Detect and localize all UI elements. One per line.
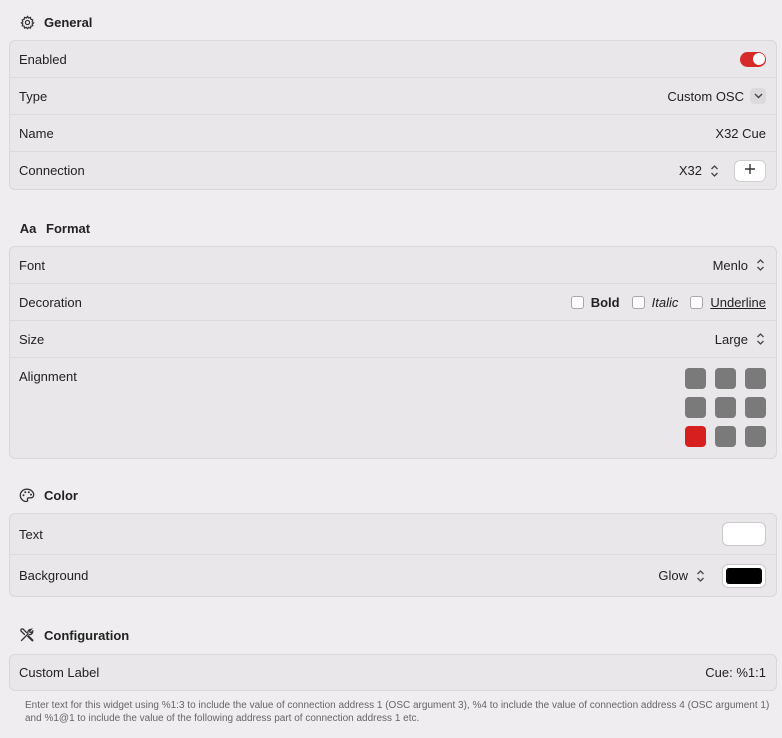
custom-label-label: Custom Label [19, 665, 100, 680]
background-color-swatch[interactable] [722, 563, 766, 588]
section-title: Color [44, 487, 78, 503]
section-header-configuration: Configuration [19, 627, 129, 643]
type-value: Custom OSC [667, 88, 744, 104]
updown-chevron-icon [694, 568, 706, 584]
italic-checkbox[interactable]: Italic [631, 294, 679, 310]
color-group: Text Background Glow [9, 513, 777, 597]
name-label: Name [19, 125, 54, 141]
alignment-label: Alignment [19, 369, 77, 384]
format-group: Font Menlo Decoration Bold Italic Underl… [9, 246, 777, 459]
custom-label-help-text: Enter text for this widget using %1:3 to… [25, 700, 770, 724]
enabled-row: Enabled [10, 41, 776, 78]
checkbox-box [690, 295, 704, 309]
align-bottom-center[interactable] [715, 426, 736, 447]
font-row: Font Menlo [10, 247, 776, 284]
gear-icon [19, 14, 35, 30]
size-value: Large [714, 331, 748, 347]
enabled-toggle[interactable] [740, 51, 766, 67]
align-bottom-left[interactable] [685, 426, 706, 447]
type-row: Type Custom OSC [10, 78, 776, 115]
name-row: Name X32 Cue [10, 115, 776, 152]
custom-label-field[interactable]: Cue: %1:1 [705, 665, 766, 680]
chevron-down-icon [750, 88, 766, 104]
font-value: Menlo [712, 257, 748, 273]
align-top-right[interactable] [745, 368, 766, 389]
background-mode-select[interactable]: Glow [658, 568, 706, 584]
swatch-fill [726, 526, 762, 542]
font-label: Font [19, 257, 46, 273]
swatch-fill [726, 567, 762, 584]
section-title: Configuration [44, 627, 130, 643]
updown-chevron-icon [754, 257, 766, 273]
connection-label: Connection [19, 163, 85, 178]
connection-row: Connection X32 [10, 152, 776, 189]
general-group: Enabled Type Custom OSC Name X32 Cue Con… [9, 40, 777, 190]
configuration-group: Custom Label Cue: %1:1 [9, 654, 777, 691]
text-color-swatch[interactable] [722, 522, 766, 546]
palette-icon [19, 487, 35, 503]
size-select[interactable]: Large [715, 331, 766, 347]
background-color-row: Background Glow [10, 555, 776, 596]
align-middle-right[interactable] [745, 397, 766, 418]
font-select[interactable]: Menlo [713, 257, 766, 273]
underline-label: Underline [710, 294, 766, 310]
section-title: General [44, 14, 93, 30]
updown-chevron-icon [754, 331, 766, 347]
background-color-label: Background [19, 568, 89, 583]
size-row: Size Large [10, 321, 776, 358]
updown-chevron-icon [708, 163, 720, 179]
tools-icon [19, 627, 35, 643]
type-select[interactable]: Custom OSC [667, 88, 766, 104]
bold-label: Bold [590, 294, 620, 310]
align-bottom-right[interactable] [745, 426, 766, 447]
section-title: Format [46, 220, 91, 236]
enabled-label: Enabled [19, 51, 67, 67]
add-connection-button[interactable] [734, 159, 766, 182]
connection-select[interactable]: X32 [679, 163, 720, 179]
type-label: Type [19, 88, 48, 104]
custom-label-row: Custom Label Cue: %1:1 [10, 655, 776, 690]
italic-label: Italic [651, 294, 679, 310]
plus-icon [744, 163, 756, 178]
alignment-grid [685, 368, 766, 447]
checkbox-box [570, 295, 584, 309]
bold-checkbox[interactable]: Bold [570, 294, 620, 310]
align-top-left[interactable] [685, 368, 706, 389]
size-label: Size [19, 331, 45, 347]
background-mode-value: Glow [658, 568, 688, 583]
checkbox-box [631, 295, 645, 309]
alignment-row: Alignment [10, 358, 776, 458]
decoration-label: Decoration [19, 294, 82, 310]
decoration-row: Decoration Bold Italic Underline [10, 284, 776, 321]
connection-value: X32 [678, 163, 702, 178]
name-field[interactable]: X32 Cue [715, 126, 766, 141]
text-color-row: Text [10, 514, 776, 555]
text-format-icon: Aa [19, 220, 37, 236]
align-middle-left[interactable] [685, 397, 706, 418]
section-header-color: Color [19, 487, 78, 503]
text-color-label: Text [19, 526, 43, 542]
align-top-center[interactable] [715, 368, 736, 389]
align-middle-center[interactable] [715, 397, 736, 418]
underline-checkbox[interactable]: Underline [690, 295, 766, 310]
section-header-format: Aa Format [19, 220, 90, 236]
section-header-general: General [19, 14, 92, 30]
